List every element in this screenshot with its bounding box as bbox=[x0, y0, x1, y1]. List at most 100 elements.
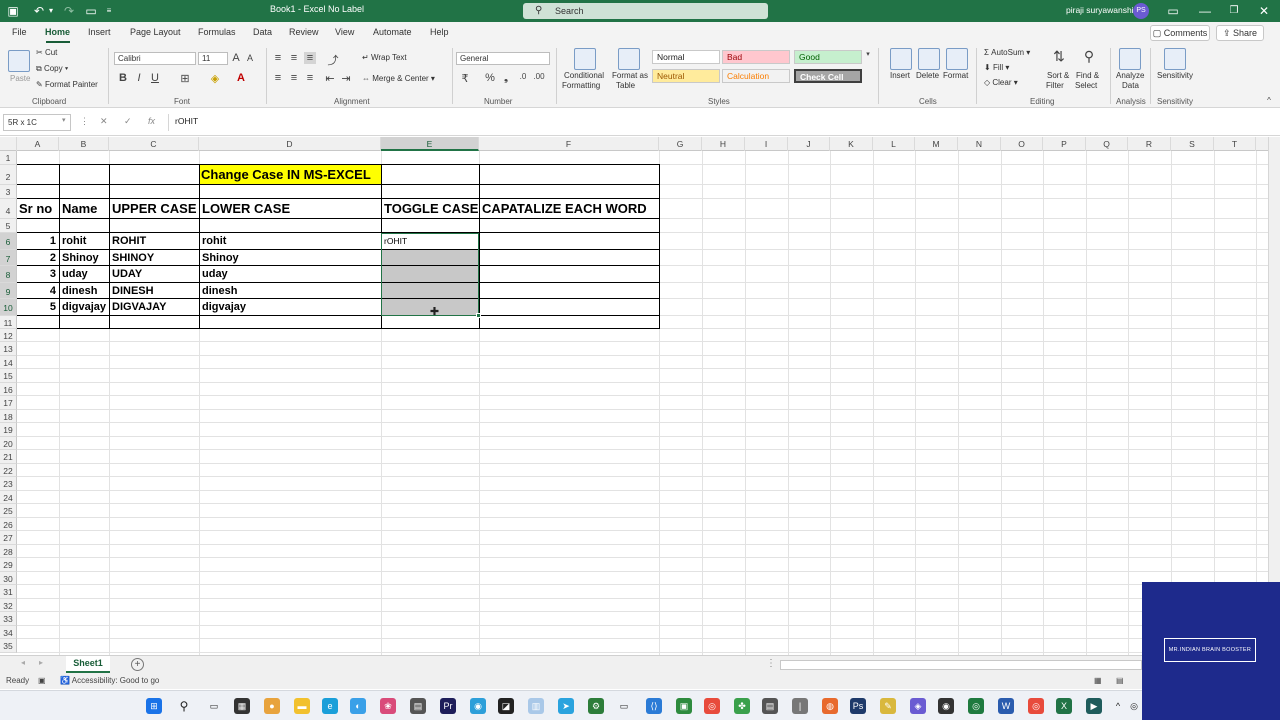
insert-function-icon[interactable]: fx bbox=[148, 116, 155, 126]
row-header-7[interactable]: 7 bbox=[0, 250, 17, 266]
tray-overflow-icon[interactable]: ^ bbox=[1110, 698, 1126, 714]
tab-file[interactable]: File bbox=[12, 27, 27, 37]
share-button[interactable]: ⇪ Share bbox=[1216, 25, 1264, 41]
format-painter-button[interactable]: ✎ Format Painter bbox=[36, 80, 98, 89]
row-header-18[interactable]: 18 bbox=[0, 410, 17, 423]
column-header-r[interactable]: R bbox=[1128, 137, 1171, 151]
word-icon[interactable]: W bbox=[998, 698, 1014, 714]
avatar[interactable]: PS bbox=[1133, 3, 1149, 19]
autosave-icon[interactable]: ▣ bbox=[6, 3, 20, 19]
widgets-icon[interactable]: ▦ bbox=[234, 698, 250, 714]
row-header-35[interactable]: 35 bbox=[0, 639, 17, 653]
row-header-4[interactable]: 4 bbox=[0, 199, 17, 219]
prev-sheet-icon[interactable]: ◂ bbox=[18, 658, 28, 667]
browser-icon[interactable]: ◐ bbox=[350, 698, 366, 714]
vertical-scrollbar[interactable] bbox=[1268, 137, 1280, 655]
font-color-icon[interactable]: A bbox=[234, 72, 248, 84]
row-header-14[interactable]: 14 bbox=[0, 356, 17, 369]
cell-upper[interactable]: DIGVAJAY bbox=[110, 299, 199, 315]
premiere-pro-icon[interactable]: Pr bbox=[440, 698, 456, 714]
row-header-30[interactable]: 30 bbox=[0, 572, 17, 585]
row-header-5[interactable]: 5 bbox=[0, 219, 17, 233]
column-header-m[interactable]: M bbox=[915, 137, 958, 151]
app-icon[interactable]: ⚙ bbox=[588, 698, 604, 714]
percent-icon[interactable]: % bbox=[484, 72, 496, 84]
comma-style-icon[interactable]: ❟ bbox=[500, 72, 512, 85]
paste-button[interactable]: Paste bbox=[10, 74, 30, 83]
column-header-j[interactable]: J bbox=[788, 137, 830, 151]
column-header-h[interactable]: H bbox=[702, 137, 745, 151]
file-explorer-icon[interactable]: ▬ bbox=[294, 698, 310, 714]
tab-home[interactable]: Home bbox=[45, 27, 70, 37]
row-header-27[interactable]: 27 bbox=[0, 531, 17, 545]
tab-page-layout[interactable]: Page Layout bbox=[130, 27, 181, 37]
header-name[interactable]: Name bbox=[60, 199, 109, 219]
row-header-28[interactable]: 28 bbox=[0, 545, 17, 558]
cell-sr-no[interactable]: 1 bbox=[18, 233, 59, 249]
align-middle-icon[interactable]: ≡ bbox=[288, 52, 300, 64]
align-left-icon[interactable]: ≡ bbox=[272, 72, 284, 84]
photoshop-icon[interactable]: Ps bbox=[850, 698, 866, 714]
customize-toolbar-icon[interactable]: ≡ bbox=[104, 3, 114, 19]
align-top-icon[interactable]: ≡ bbox=[272, 52, 284, 64]
macro-record-icon[interactable]: ▣ bbox=[38, 676, 46, 685]
format-as-table-button[interactable]: Format as bbox=[612, 71, 648, 80]
tab-review[interactable]: Review bbox=[289, 27, 319, 37]
decrease-indent-icon[interactable]: ⇤ bbox=[324, 72, 336, 85]
row-header-9[interactable]: 9 bbox=[0, 283, 17, 299]
column-header-l[interactable]: L bbox=[873, 137, 915, 151]
italic-button[interactable]: I bbox=[133, 72, 145, 84]
row-header-2[interactable]: 2 bbox=[0, 165, 17, 185]
row-header-24[interactable]: 24 bbox=[0, 491, 17, 504]
enter-icon[interactable]: ✓ bbox=[124, 116, 132, 127]
format-cells-icon[interactable] bbox=[946, 48, 968, 70]
minimize-icon[interactable]: — bbox=[1198, 3, 1212, 19]
sensitivity-button[interactable]: Sensitivity bbox=[1157, 71, 1193, 80]
telegram-icon[interactable]: ➤ bbox=[558, 698, 574, 714]
fill-color-icon[interactable]: ◈ bbox=[208, 72, 222, 85]
format-cells-button[interactable]: Format bbox=[943, 71, 968, 80]
tab-formulas[interactable]: Formulas bbox=[198, 27, 236, 37]
windows-start-icon[interactable]: ⊞ bbox=[146, 698, 162, 714]
cell-sr-no[interactable]: 4 bbox=[18, 283, 59, 298]
header-lower-case[interactable]: LOWER CASE bbox=[200, 199, 381, 219]
app-icon[interactable]: ◈ bbox=[910, 698, 926, 714]
app-icon[interactable]: ▥ bbox=[528, 698, 544, 714]
vscode-icon[interactable]: ⟨⟩ bbox=[646, 698, 662, 714]
row-header-17[interactable]: 17 bbox=[0, 396, 17, 410]
increase-font-icon[interactable]: A bbox=[230, 52, 242, 64]
find-select-label2[interactable]: Select bbox=[1075, 81, 1097, 90]
cell-lower[interactable]: rohit bbox=[200, 233, 381, 249]
chrome-icon[interactable]: ◎ bbox=[1028, 698, 1044, 714]
column-header-k[interactable]: K bbox=[830, 137, 873, 151]
next-sheet-icon[interactable]: ▸ bbox=[36, 658, 46, 667]
cancel-icon[interactable]: ✕ bbox=[100, 116, 108, 127]
row-header-34[interactable]: 34 bbox=[0, 626, 17, 639]
cut-button[interactable]: ✂ Cut bbox=[36, 48, 57, 57]
app-icon[interactable]: ◉ bbox=[470, 698, 486, 714]
row-header-22[interactable]: 22 bbox=[0, 464, 17, 477]
cell-lower[interactable]: uday bbox=[200, 266, 381, 282]
sheet-title-cell[interactable]: Change Case IN MS-EXCEL bbox=[199, 165, 381, 185]
column-header-o[interactable]: O bbox=[1001, 137, 1043, 151]
column-header-c[interactable]: C bbox=[109, 137, 199, 151]
fill-button[interactable]: ⬇ Fill ▾ bbox=[984, 63, 1009, 72]
add-sheet-icon[interactable]: + bbox=[131, 658, 144, 671]
app-icon[interactable]: ▶ bbox=[1086, 698, 1102, 714]
accounting-format-icon[interactable]: ₹ bbox=[458, 72, 472, 85]
format-as-table-icon[interactable] bbox=[618, 48, 640, 70]
delete-cells-button[interactable]: Delete bbox=[916, 71, 939, 80]
style-neutral[interactable]: Neutral bbox=[652, 69, 720, 83]
chrome-icon[interactable]: ◎ bbox=[704, 698, 720, 714]
font-size-select[interactable]: 11 bbox=[198, 52, 228, 65]
column-header-p[interactable]: P bbox=[1043, 137, 1086, 151]
collapse-ribbon-icon[interactable]: ^ bbox=[1264, 96, 1274, 105]
style-calculation[interactable]: Calculation bbox=[722, 69, 790, 83]
increase-decimal-icon[interactable]: .0 bbox=[516, 72, 530, 81]
tray-app-icon[interactable]: ◎ bbox=[1126, 698, 1142, 714]
row-header-13[interactable]: 13 bbox=[0, 342, 17, 356]
cell-name[interactable]: uday bbox=[60, 266, 109, 282]
column-header-b[interactable]: B bbox=[59, 137, 109, 151]
cell-sr-no[interactable]: 2 bbox=[18, 250, 59, 265]
cell-lower[interactable]: Shinoy bbox=[200, 250, 381, 265]
